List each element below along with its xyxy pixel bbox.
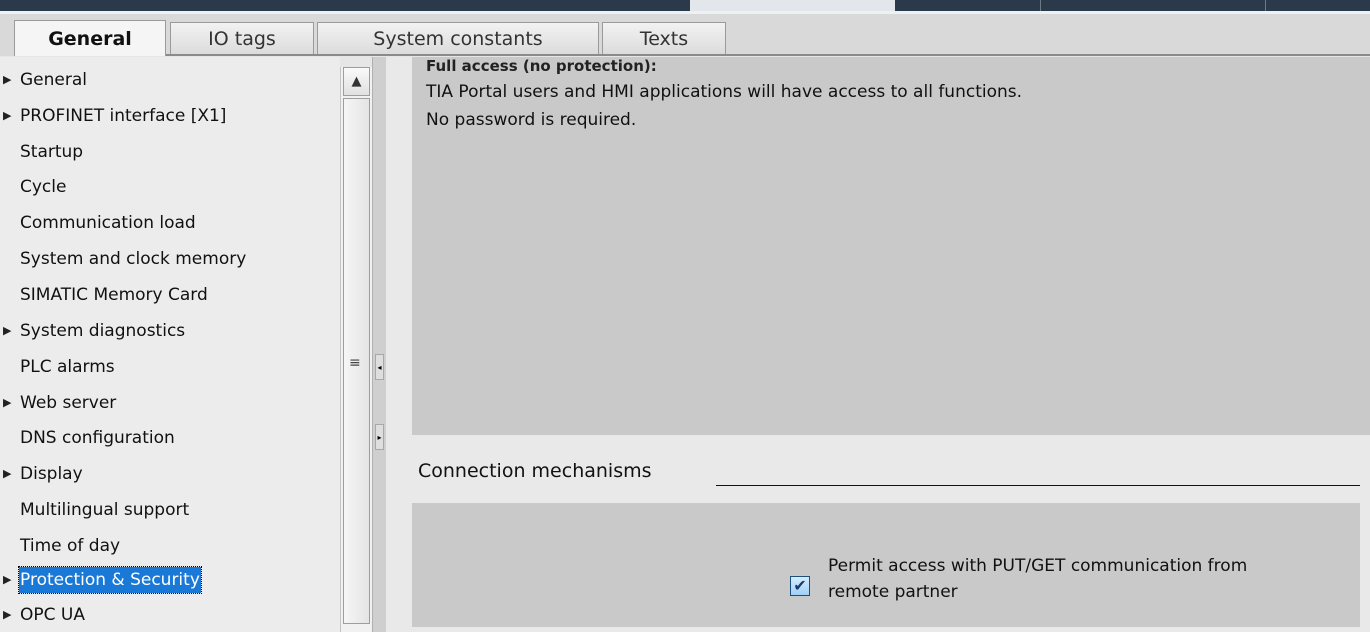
chevron-up-icon: ▲	[351, 74, 362, 89]
header-bar-left	[0, 0, 690, 11]
nav-item-label: Cycle	[20, 177, 67, 197]
properties-tab-bar: General IO tags System constants Texts	[0, 14, 1370, 56]
access-level-description-box: Full access (no protection): TIA Portal …	[412, 57, 1370, 435]
expand-arrow-icon[interactable]: ▶	[3, 65, 17, 95]
tab-texts[interactable]: Texts	[602, 22, 726, 54]
header-divider	[1265, 0, 1266, 11]
expand-arrow-icon[interactable]: ▶	[3, 101, 17, 131]
expand-arrow-icon[interactable]: ▶	[3, 388, 17, 418]
permit-putget-label[interactable]: remote partner	[828, 582, 958, 602]
tab-bar-baseline	[14, 54, 1370, 56]
tab-general[interactable]: General	[14, 20, 166, 56]
section-divider	[716, 485, 1360, 486]
nav-scrollbar[interactable]: ▲ ≡	[340, 67, 372, 632]
grip-icon: ≡	[349, 355, 361, 371]
expand-right-button[interactable]: ▸	[375, 424, 384, 450]
header-bar-gap	[690, 0, 895, 11]
panel-splitter[interactable]: ◂ ▸	[372, 57, 386, 632]
nav-item-label: OPC UA	[20, 605, 85, 625]
nav-item-label: SIMATIC Memory Card	[20, 285, 208, 305]
tab-io-tags[interactable]: IO tags	[170, 22, 314, 54]
access-level-title: Full access (no protection):	[426, 57, 657, 75]
collapse-left-button[interactable]: ◂	[375, 354, 384, 380]
expand-arrow-icon[interactable]: ▶	[3, 459, 17, 489]
nav-item-label: Communication load	[20, 213, 196, 233]
nav-item-label: System and clock memory	[20, 249, 247, 269]
nav-item-label: PLC alarms	[20, 357, 115, 377]
nav-item-label: Time of day	[20, 536, 121, 556]
checkmark-icon: ✔	[793, 576, 807, 595]
nav-item-label: General	[20, 70, 87, 90]
nav-item-label: Web server	[20, 393, 117, 413]
header-divider	[1040, 0, 1041, 11]
section-title-connection-mechanisms: Connection mechanisms	[418, 460, 652, 482]
scrollbar-thumb[interactable]: ≡	[343, 98, 370, 624]
top-window-strip	[0, 0, 1370, 14]
nav-item-label: Multilingual support	[20, 500, 190, 520]
expand-arrow-icon[interactable]: ▶	[3, 565, 17, 595]
access-level-description-line: No password is required.	[426, 110, 637, 130]
expand-arrow-icon[interactable]: ▶	[3, 600, 17, 630]
expand-arrow-icon[interactable]: ▶	[3, 316, 17, 346]
header-bar-right	[895, 0, 1370, 11]
nav-item-label: System diagnostics	[20, 321, 186, 341]
arrow-right-icon: ▸	[377, 432, 382, 442]
permit-putget-checkbox[interactable]: ✔	[790, 576, 810, 596]
tab-system-constants[interactable]: System constants	[317, 22, 599, 54]
nav-item-label: Display	[20, 464, 83, 484]
nav-item-label: Protection & Security	[18, 566, 202, 594]
nav-item-label: PROFINET interface [X1]	[20, 106, 227, 126]
nav-item-label: Startup	[20, 142, 84, 162]
permit-putget-label[interactable]: Permit access with PUT/GET communication…	[828, 556, 1247, 576]
connection-settings-box: ✔ Permit access with PUT/GET communicati…	[412, 503, 1360, 627]
nav-item-label: DNS configuration	[20, 428, 175, 448]
properties-content: Full access (no protection): TIA Portal …	[386, 57, 1370, 632]
scroll-up-button[interactable]: ▲	[343, 67, 370, 96]
properties-nav-tree: ▶ General ▶ PROFINET interface [X1] Star…	[0, 57, 340, 632]
access-level-description-line: TIA Portal users and HMI applications wi…	[426, 82, 1023, 102]
arrow-left-icon: ◂	[377, 362, 382, 372]
